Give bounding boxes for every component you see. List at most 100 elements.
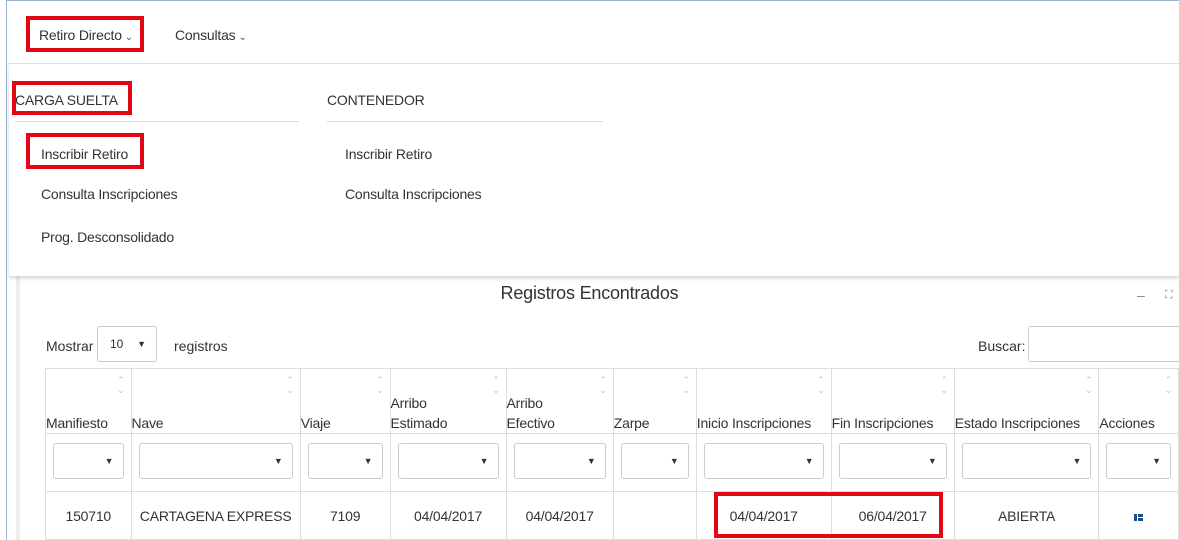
col-header-arribo-efectivo[interactable]: ⌃ ⌄ Arribo Efectivo [505,368,614,434]
page-length-select[interactable]: 10 ▼ [97,326,157,362]
filter-select-manifiesto[interactable]: ▼ [53,443,124,479]
col-label: Estimado [390,415,448,431]
show-label: Mostrar [46,338,94,354]
col-header-manifiesto[interactable]: ⌃ ⌄ Manifiesto [45,368,132,434]
col-label: Viaje [300,415,331,431]
chevron-down-icon: ⌄ [238,32,247,43]
filter-select-zarpe[interactable]: ▼ [620,443,689,479]
search-input[interactable] [1028,326,1179,362]
sort-icon: ⌃ ⌄ [1164,375,1173,395]
filter-cell: ▼ [695,433,832,492]
dropdown-arrow-icon: ▼ [586,456,596,466]
filter-cell: ▼ [130,433,301,492]
filter-select-viaje[interactable]: ▼ [307,443,383,479]
dropdown-arrow-icon: ▼ [104,456,114,466]
cell-acciones [1098,491,1179,540]
sort-icon: ⌃ ⌄ [286,375,294,395]
panel-title: Registros Encontrados [500,283,679,303]
filter-cell: ▼ [830,433,955,492]
cell-arribo-estimado: 04/04/2017 [389,491,507,540]
col-header-inicio-inscripciones[interactable]: ⌃ ⌄ Inicio Inscripciones [695,368,832,434]
dropdown-arrow-icon: ▼ [363,456,373,466]
filter-select-acciones[interactable]: ▼ [1106,443,1171,479]
sort-icon: ⌃ ⌄ [492,375,500,395]
table-header-row: ⌃ ⌄ Manifiesto ⌃ ⌄ Nave ⌃ ⌄ Viaje ⌃ ⌄ Arribo Esti… [45,368,1179,434]
cell-inicio-inscripciones: 04/04/2017 [695,491,832,540]
menu-item-prog-desconsolidado[interactable]: Prog. Desconsolidado [41,229,174,245]
cell-nave: CARTAGENA EXPRESS [130,491,301,540]
col-header-viaje[interactable]: ⌃ ⌄ Viaje [299,368,391,434]
sort-icon: ⌃ ⌄ [817,375,825,395]
retiro-directo-menu: CARGA SUELTA Inscribir Retiro Consulta I… [9,64,1179,276]
col-label: Estado Inscripciones [954,415,1080,431]
filter-cell: ▼ [505,433,614,492]
col-label: Acciones [1099,415,1155,431]
col-label: Efectivo [506,415,555,431]
col-header-acciones[interactable]: ⌃ ⌄ Acciones [1098,368,1179,434]
sort-icon: ⌃ ⌄ [682,375,690,395]
cell-estado-inscripciones: ABIERTA [953,491,1100,540]
menu-item-consulta-inscripciones-carga[interactable]: Consulta Inscripciones [41,186,178,202]
dropdown-arrow-icon: ▼ [1152,456,1161,466]
col-label: Fin Inscripciones [831,415,934,431]
dropdown-arrow-icon: ▼ [479,456,489,466]
filter-select-inicio-inscripciones[interactable]: ▼ [703,443,824,479]
top-navbar: Retiro Directo ⌄ Consultas ⌄ [7,1,1179,64]
sort-icon: ⌃ ⌄ [1085,375,1093,395]
dropdown-arrow-icon: ▼ [669,456,679,466]
filter-cell: ▼ [612,433,697,492]
sort-icon: ⌃ ⌄ [117,375,125,395]
filter-cell: ▼ [299,433,391,492]
sort-icon: ⌃ ⌄ [376,375,384,395]
minimize-icon[interactable]: – [1137,287,1145,303]
filter-select-arribo-estimado[interactable]: ▼ [397,443,499,479]
filter-cell: ▼ [389,433,507,492]
menu-item-consulta-inscripciones-contenedor[interactable]: Consulta Inscripciones [345,186,482,202]
filter-cell: ▼ [1098,433,1179,492]
dropdown-arrow-icon: ▼ [804,456,814,466]
col-label: Inicio Inscripciones [696,415,812,431]
page-length-value: 10 [110,337,124,351]
filter-row: ▼ ▼ ▼ ▼ ▼ ▼ ▼ ▼ ▼ ▼ [45,433,1179,492]
menu-item-inscribir-retiro-contenedor[interactable]: Inscribir Retiro [345,146,432,162]
menu-divider [15,121,299,122]
col-label: Zarpe [613,415,650,431]
cell-zarpe [612,491,697,540]
results-table: ⌃ ⌄ Manifiesto ⌃ ⌄ Nave ⌃ ⌄ Viaje ⌃ ⌄ Arribo Esti… [45,368,1179,540]
col-header-nave[interactable]: ⌃ ⌄ Nave [130,368,301,434]
col-label-line1: Arribo [390,395,427,411]
filter-cell: ▼ [953,433,1100,492]
col-label: Manifiesto [46,415,108,431]
chevron-down-icon: ⌄ [124,32,133,43]
dropdown-arrow-icon: ▼ [1072,456,1082,466]
filter-cell: ▼ [45,433,132,492]
table-row[interactable]: 150710 CARTAGENA EXPRESS 7109 04/04/2017… [45,491,1179,540]
nav-consultas-label: Consultas [175,27,236,43]
expand-icon[interactable]: ⛶ [1165,289,1173,302]
col-header-fin-inscripciones[interactable]: ⌃ ⌄ Fin Inscripciones [830,368,955,434]
menu-header-carga-suelta: CARGA SUELTA [15,92,118,108]
dropdown-arrow-icon: ▼ [927,456,937,466]
cell-manifiesto: 150710 [45,491,132,540]
filter-select-fin-inscripciones[interactable]: ▼ [838,443,947,479]
nav-retiro-directo[interactable]: Retiro Directo ⌄ [39,27,133,43]
col-header-zarpe[interactable]: ⌃ ⌄ Zarpe [612,368,697,434]
nav-consultas[interactable]: Consultas ⌄ [175,27,247,43]
col-label: Nave [131,415,164,431]
menu-header-contenedor: CONTENEDOR [327,92,425,108]
records-label: registros [174,338,228,354]
col-header-estado-inscripciones[interactable]: ⌃ ⌄ Estado Inscripciones [953,368,1100,434]
filter-select-estado-inscripciones[interactable]: ▼ [961,443,1092,479]
col-label-line1: Arribo [506,395,543,411]
cell-viaje: 7109 [299,491,391,540]
filter-select-nave[interactable]: ▼ [138,443,293,479]
panel-left-border [16,276,20,540]
search-label: Buscar: [978,338,1026,354]
sort-icon: ⌃ ⌄ [940,375,948,395]
details-icon[interactable] [1134,513,1144,521]
col-header-arribo-estimado[interactable]: ⌃ ⌄ Arribo Estimado [389,368,507,434]
menu-item-inscribir-retiro-carga[interactable]: Inscribir Retiro [41,146,128,162]
cell-arribo-efectivo: 04/04/2017 [505,491,614,540]
filter-select-arribo-efectivo[interactable]: ▼ [513,443,606,479]
menu-divider [327,121,603,122]
